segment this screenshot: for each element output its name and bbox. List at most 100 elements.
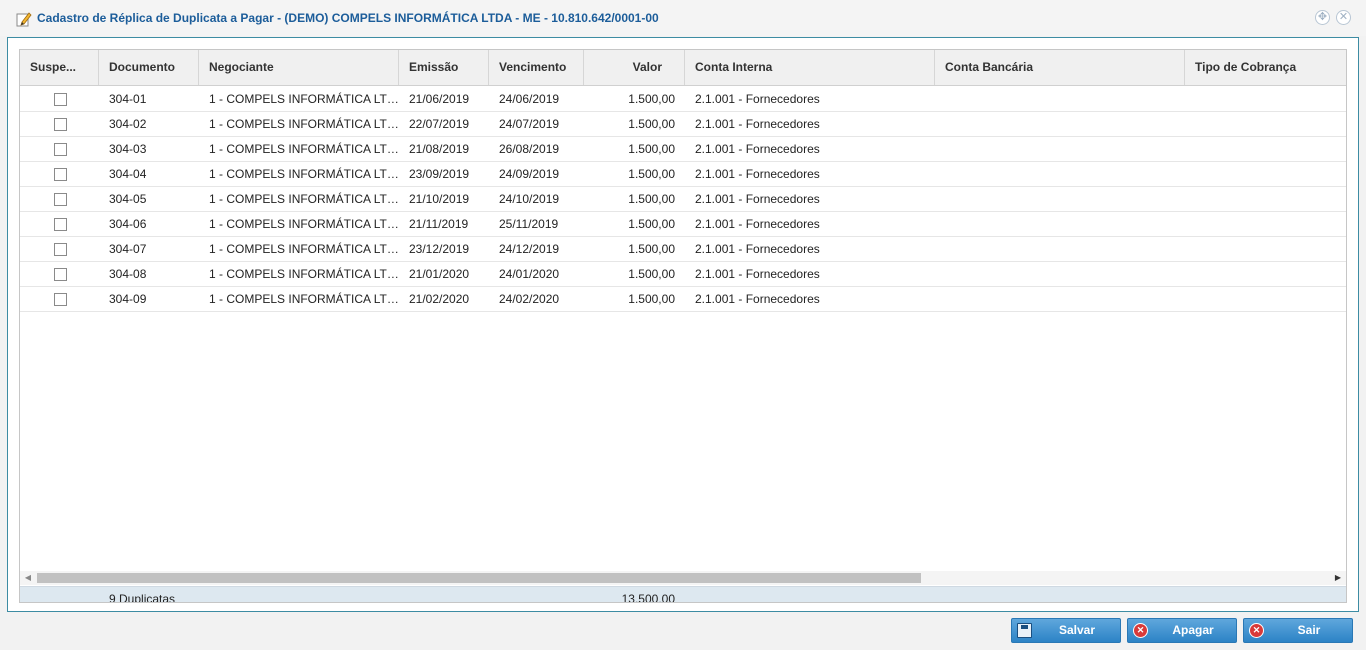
cell-valor: 1.500,00: [628, 292, 675, 306]
cell-vencimento: 25/11/2019: [499, 217, 559, 231]
cell-negociante: 1 - COMPELS INFORMÁTICA LTDA - ME: [209, 217, 399, 231]
cell-conta-bancaria: [935, 137, 1185, 161]
sair-button-label: Sair: [1297, 623, 1321, 637]
suspenso-checkbox[interactable]: [54, 293, 67, 306]
cell-negociante: 1 - COMPELS INFORMÁTICA LTDA - ME: [209, 92, 399, 106]
cell-valor: 1.500,00: [628, 167, 675, 181]
scroll-right-icon[interactable]: ▶: [1330, 571, 1346, 585]
suspenso-checkbox[interactable]: [54, 168, 67, 181]
cell-tipo-cobranca: [1185, 237, 1346, 261]
cell-negociante: 1 - COMPELS INFORMÁTICA LTDA - ME: [209, 192, 399, 206]
table-row[interactable]: 304-09 1 - COMPELS INFORMÁTICA LTDA - ME 2…: [20, 287, 1346, 312]
cell-conta-interna: 2.1.001 - Fornecedores: [695, 117, 820, 131]
table-row[interactable]: 304-08 1 - COMPELS INFORMÁTICA LTDA - ME 2…: [20, 262, 1346, 287]
column-header-tipo-cobranca[interactable]: Tipo de Cobrança: [1185, 50, 1346, 85]
grid-summary-row: 9 Duplicatas 13.500,00: [20, 586, 1346, 603]
suspenso-checkbox[interactable]: [54, 268, 67, 281]
cell-tipo-cobranca: [1185, 87, 1346, 111]
cell-documento: 304-01: [109, 92, 147, 106]
column-header-suspenso[interactable]: Suspe...: [20, 50, 99, 85]
horizontal-scrollbar[interactable]: ◀ ▶: [20, 571, 1346, 585]
table-row[interactable]: 304-03 1 - COMPELS INFORMÁTICA LTDA - ME 2…: [20, 137, 1346, 162]
cell-conta-interna: 2.1.001 - Fornecedores: [695, 267, 820, 281]
scrollbar-thumb[interactable]: [37, 573, 921, 583]
cell-conta-bancaria: [935, 212, 1185, 236]
cell-emissao: 21/06/2019: [409, 92, 470, 106]
apagar-button-label: Apagar: [1172, 623, 1214, 637]
cell-documento: 304-07: [109, 242, 147, 256]
table-row[interactable]: 304-04 1 - COMPELS INFORMÁTICA LTDA - ME 2…: [20, 162, 1346, 187]
suspenso-checkbox[interactable]: [54, 93, 67, 106]
table-row[interactable]: 304-06 1 - COMPELS INFORMÁTICA LTDA - ME 2…: [20, 212, 1346, 237]
cell-conta-bancaria: [935, 287, 1185, 311]
cell-vencimento: 24/02/2020: [499, 292, 560, 306]
cell-conta-bancaria: [935, 112, 1185, 136]
sair-button[interactable]: ✕ Sair: [1243, 618, 1353, 643]
cell-emissao: 21/01/2020: [409, 267, 470, 281]
cell-vencimento: 24/06/2019: [499, 92, 560, 106]
cell-vencimento: 24/09/2019: [499, 167, 560, 181]
cell-negociante: 1 - COMPELS INFORMÁTICA LTDA - ME: [209, 267, 399, 281]
table-row[interactable]: 304-07 1 - COMPELS INFORMÁTICA LTDA - ME 2…: [20, 237, 1346, 262]
cell-tipo-cobranca: [1185, 262, 1346, 286]
cell-tipo-cobranca: [1185, 162, 1346, 186]
cell-conta-bancaria: [935, 187, 1185, 211]
column-header-vencimento[interactable]: Vencimento: [489, 50, 584, 85]
cell-conta-bancaria: [935, 262, 1185, 286]
cell-emissao: 21/10/2019: [409, 192, 470, 206]
column-header-conta-interna[interactable]: Conta Interna: [685, 50, 935, 85]
move-icon[interactable]: ✥: [1315, 10, 1330, 25]
cell-emissao: 23/12/2019: [409, 242, 470, 256]
suspenso-checkbox[interactable]: [54, 143, 67, 156]
cell-valor: 1.500,00: [628, 117, 675, 131]
cell-conta-bancaria: [935, 162, 1185, 186]
cell-negociante: 1 - COMPELS INFORMÁTICA LTDA - ME: [209, 117, 399, 131]
summary-count: 9 Duplicatas: [109, 592, 176, 603]
table-row[interactable]: 304-01 1 - COMPELS INFORMÁTICA LTDA - ME 2…: [20, 87, 1346, 112]
cell-emissao: 21/08/2019: [409, 142, 470, 156]
salvar-button[interactable]: Salvar: [1011, 618, 1121, 643]
cell-tipo-cobranca: [1185, 112, 1346, 136]
cell-tipo-cobranca: [1185, 187, 1346, 211]
cell-vencimento: 26/08/2019: [499, 142, 560, 156]
column-header-documento[interactable]: Documento: [99, 50, 199, 85]
suspenso-checkbox[interactable]: [54, 218, 67, 231]
cell-documento: 304-08: [109, 267, 147, 281]
column-header-emissao[interactable]: Emissão: [399, 50, 489, 85]
column-header-valor[interactable]: Valor: [584, 50, 685, 85]
cell-conta-interna: 2.1.001 - Fornecedores: [695, 292, 820, 306]
duplicatas-grid: Suspe... Documento Negociante Emissão Ve…: [19, 49, 1347, 603]
cell-emissao: 23/09/2019: [409, 167, 470, 181]
table-row[interactable]: 304-05 1 - COMPELS INFORMÁTICA LTDA - ME 2…: [20, 187, 1346, 212]
cell-conta-interna: 2.1.001 - Fornecedores: [695, 217, 820, 231]
suspenso-checkbox[interactable]: [54, 193, 67, 206]
close-icon[interactable]: ✕: [1336, 10, 1351, 25]
cell-conta-interna: 2.1.001 - Fornecedores: [695, 167, 820, 181]
suspenso-checkbox[interactable]: [54, 243, 67, 256]
table-row[interactable]: 304-02 1 - COMPELS INFORMÁTICA LTDA - ME 2…: [20, 112, 1346, 137]
apagar-button[interactable]: ✕ Apagar: [1127, 618, 1237, 643]
column-header-negociante[interactable]: Negociante: [199, 50, 399, 85]
cell-conta-bancaria: [935, 237, 1185, 261]
cell-documento: 304-09: [109, 292, 147, 306]
cell-vencimento: 24/01/2020: [499, 267, 560, 281]
cell-conta-interna: 2.1.001 - Fornecedores: [695, 242, 820, 256]
scroll-left-icon[interactable]: ◀: [20, 571, 36, 585]
cell-emissao: 22/07/2019: [409, 117, 470, 131]
cell-vencimento: 24/10/2019: [499, 192, 560, 206]
cell-vencimento: 24/12/2019: [499, 242, 560, 256]
cell-emissao: 21/11/2019: [409, 217, 469, 231]
suspenso-checkbox[interactable]: [54, 118, 67, 131]
window-title: Cadastro de Réplica de Duplicata a Pagar…: [37, 11, 659, 25]
cell-vencimento: 24/07/2019: [499, 117, 560, 131]
cell-negociante: 1 - COMPELS INFORMÁTICA LTDA - ME: [209, 167, 399, 181]
pencil-edit-icon: [16, 12, 32, 27]
cell-documento: 304-05: [109, 192, 147, 206]
cell-tipo-cobranca: [1185, 212, 1346, 236]
cell-negociante: 1 - COMPELS INFORMÁTICA LTDA - ME: [209, 142, 399, 156]
cell-emissao: 21/02/2020: [409, 292, 470, 306]
column-header-conta-bancaria[interactable]: Conta Bancária: [935, 50, 1185, 85]
grid-header: Suspe... Documento Negociante Emissão Ve…: [20, 50, 1346, 86]
cell-valor: 1.500,00: [628, 217, 675, 231]
exit-icon: ✕: [1249, 623, 1264, 638]
